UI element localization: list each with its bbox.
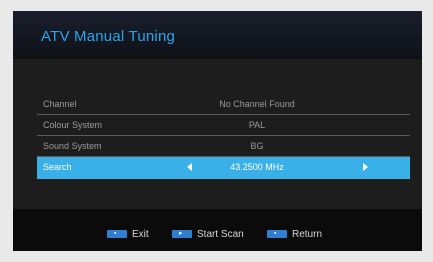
row-colour-system[interactable]: Colour System PAL [37,115,410,136]
title-bar: ATV Manual Tuning [13,11,422,59]
arrow-right-icon[interactable] [363,163,368,171]
footer-hints: ▪ Exit ▸ Start Scan ▪ Return [13,209,422,251]
row-label: Search [43,162,72,172]
row-label: Colour System [43,120,103,130]
row-sound-system[interactable]: Sound System BG [37,136,410,157]
arrow-left-icon[interactable] [187,163,192,171]
row-search-selected[interactable]: Search 43.2500 MHz [37,157,410,179]
row-label: Sound System [43,141,102,151]
page-title: ATV Manual Tuning [41,28,176,45]
row-value: BG [250,141,264,151]
settings-panel: Channel No Channel Found Colour System P… [13,59,422,209]
row-label: Channel [43,99,77,109]
hint-label: Exit [132,229,149,240]
row-channel[interactable]: Channel No Channel Found [37,94,410,115]
hint-label: Start Scan [197,229,244,240]
ok-key-icon: ▸ [172,230,192,238]
row-value: No Channel Found [219,99,295,109]
row-value: PAL [248,120,266,130]
exit-key-icon: ▪ [107,230,127,238]
return-key-icon: ▪ [267,230,287,238]
row-value: 43.2500 MHz [230,162,284,172]
tv-screen: ATV Manual Tuning Channel No Channel Fou… [13,11,422,251]
hint-label: Return [292,229,323,240]
